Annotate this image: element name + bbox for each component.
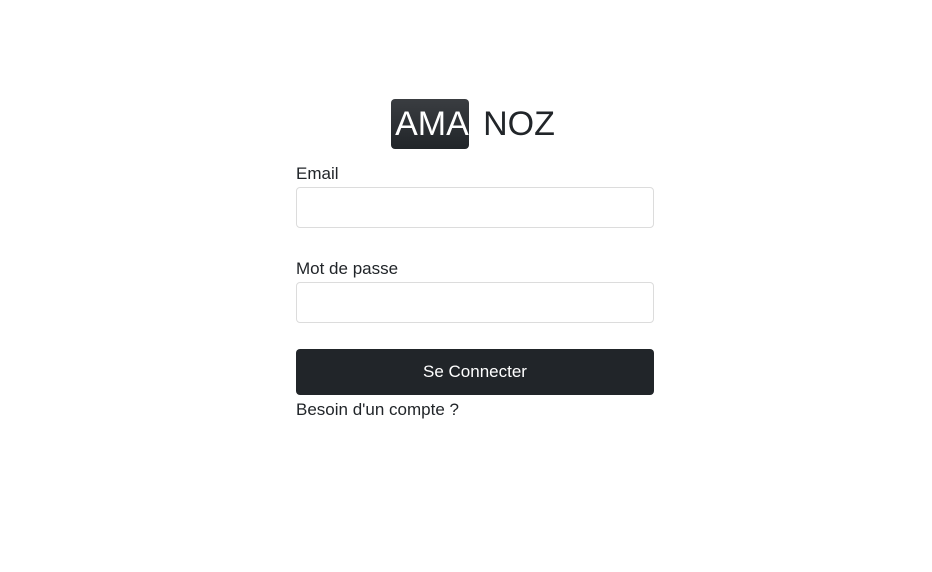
logo: AMA NOZ <box>0 98 932 149</box>
logo-badge: AMA <box>391 98 470 149</box>
email-label: Email <box>296 164 339 183</box>
email-group: Email <box>296 162 654 228</box>
login-page: AMA NOZ Email Mot de passe Se Connecter … <box>0 0 932 572</box>
logo-text: NOZ <box>483 104 555 143</box>
login-button[interactable]: Se Connecter <box>296 349 654 395</box>
password-field[interactable] <box>296 282 654 323</box>
email-field[interactable] <box>296 187 654 228</box>
password-group: Mot de passe <box>296 257 654 323</box>
password-label: Mot de passe <box>296 259 399 278</box>
logo-wrapper: AMA NOZ <box>391 98 555 149</box>
signup-link[interactable]: Besoin d'un compte ? <box>296 398 459 422</box>
